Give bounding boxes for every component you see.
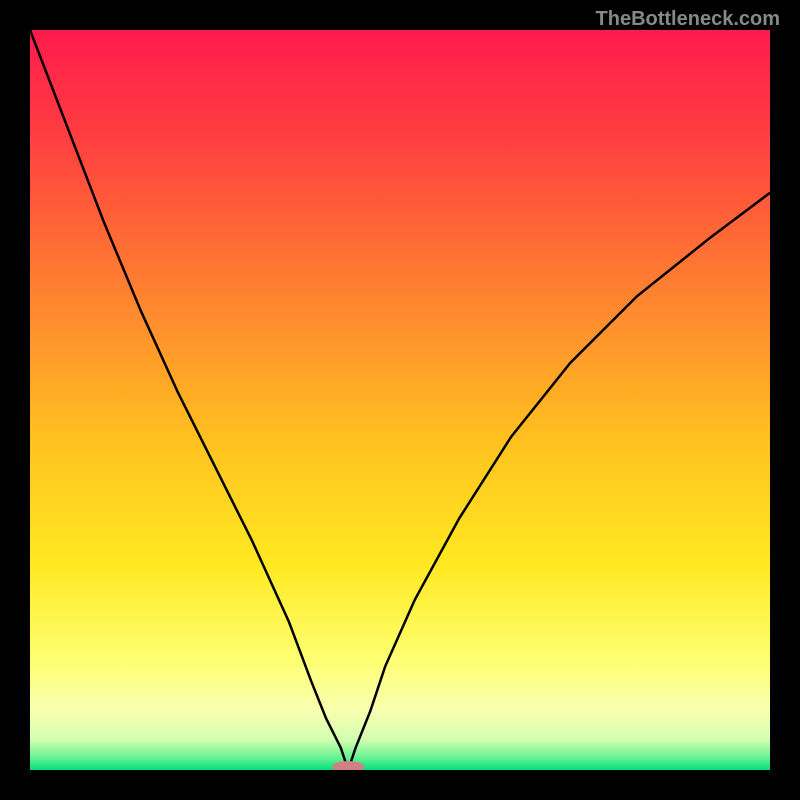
chart-svg <box>30 30 770 770</box>
watermark-text: TheBottleneck.com <box>596 8 780 31</box>
chart-background <box>30 30 770 770</box>
chart-container <box>30 30 770 770</box>
